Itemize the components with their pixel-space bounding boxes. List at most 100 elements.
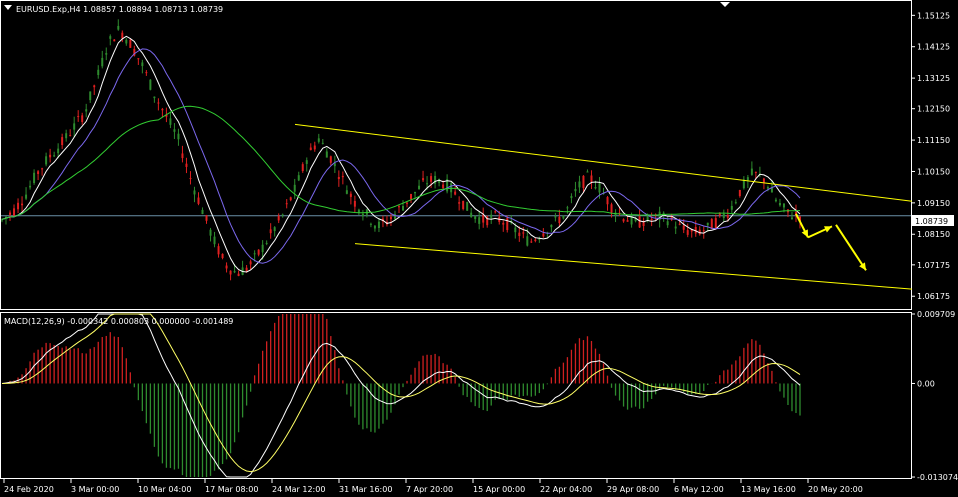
candle-body — [526, 236, 529, 246]
candle-body — [329, 156, 332, 163]
candle-body — [506, 218, 509, 231]
candle-body — [101, 57, 104, 67]
candle-body — [321, 142, 324, 144]
candle-body — [197, 197, 200, 204]
candle-body — [494, 211, 497, 213]
candle-body — [233, 271, 236, 273]
candle-body — [177, 133, 180, 140]
macd-y-tick-label: 0.009709 — [917, 310, 955, 319]
candle-body — [181, 153, 184, 159]
candle-body — [642, 222, 645, 226]
macd-title: MACD(12,26,9) -0.000342 0.000803 0.00000… — [4, 317, 233, 326]
candle-body — [530, 241, 533, 243]
candle-body — [730, 205, 733, 210]
y-tick-label: 1.09150 — [917, 199, 950, 208]
candle-body — [141, 62, 144, 67]
candle-body — [145, 72, 148, 74]
candle-body — [750, 168, 753, 175]
candle-body — [193, 190, 196, 195]
candle-body — [774, 199, 777, 202]
candle-body — [369, 223, 372, 225]
candle-body — [754, 171, 757, 173]
candle-body — [406, 202, 409, 204]
candle-body — [289, 197, 292, 201]
candle-body — [57, 148, 60, 154]
candle-body — [121, 32, 124, 39]
y-tick-label: 1.08150 — [917, 230, 950, 239]
candle-body — [377, 221, 380, 228]
candle-body — [470, 212, 473, 217]
candle-body — [113, 39, 116, 42]
candle-body — [582, 175, 585, 189]
candle-body — [201, 209, 204, 215]
candle-body — [610, 204, 613, 213]
candle-body — [566, 207, 569, 209]
candle-body — [137, 58, 140, 60]
candle-body — [722, 213, 725, 218]
candle-body — [345, 190, 348, 194]
candle-body — [422, 178, 425, 181]
candle-body — [33, 172, 36, 184]
price-chart-title: EURUSD.Exp,H4 1.08857 1.08894 1.08713 1.… — [16, 5, 223, 14]
candle-body — [554, 216, 557, 218]
candle-body — [790, 217, 793, 219]
candle-body — [414, 191, 417, 194]
x-tick-label: 22 Apr 04:00 — [540, 485, 592, 494]
candle-body — [229, 270, 232, 275]
candle-body — [590, 175, 593, 182]
x-tick-label: 13 May 16:00 — [741, 485, 796, 494]
candle-body — [349, 193, 352, 197]
candle-body — [209, 229, 212, 236]
candle-body — [726, 214, 729, 218]
x-tick-label: 29 Apr 08:00 — [607, 485, 659, 494]
chart-area: 1.15125 1.14125 1.13125 1.12150 1.11150 1.101… — [0, 0, 958, 494]
candle-body — [313, 145, 316, 150]
macd-y-tick-label: 0.00 — [917, 379, 935, 388]
candle-body — [301, 164, 304, 171]
candle-body — [161, 108, 164, 111]
candle-body — [49, 154, 52, 158]
x-tick-label: 3 Mar 00:00 — [71, 485, 119, 494]
candle-body — [105, 53, 108, 55]
candle-body — [21, 203, 24, 206]
candle-body — [430, 176, 433, 182]
candle-body — [65, 133, 68, 139]
candle-body — [97, 69, 100, 76]
candle-body — [109, 36, 112, 39]
candle-body — [474, 216, 477, 219]
candle-body — [766, 187, 769, 189]
candle-body — [157, 102, 160, 104]
candle-body — [249, 261, 252, 265]
candle-body — [277, 215, 280, 221]
candle-body — [53, 155, 56, 157]
x-tick-label: 24 Feb 2020 — [4, 485, 54, 494]
candle-body — [578, 181, 581, 188]
candle-body — [397, 206, 400, 208]
x-tick-label: 20 May 20:00 — [808, 485, 863, 494]
candle-body — [353, 200, 356, 207]
candle-body — [169, 118, 172, 125]
candle-body — [225, 265, 228, 269]
candle-body — [426, 183, 429, 185]
candle-body — [45, 156, 48, 165]
candle-body — [261, 244, 264, 253]
candle-body — [117, 25, 120, 30]
candle-body — [558, 216, 561, 224]
y-tick-label: 1.14125 — [917, 43, 950, 52]
candle-body — [626, 220, 629, 222]
candle-body — [337, 176, 340, 180]
candle-body — [490, 214, 493, 218]
candle-body — [9, 212, 12, 215]
candle-body — [574, 188, 577, 192]
y-tick-label: 1.10150 — [917, 167, 950, 176]
candle-body — [418, 185, 421, 190]
candle-body — [325, 151, 328, 158]
candle-body — [309, 147, 312, 151]
candle-body — [538, 238, 541, 240]
candle-body — [357, 209, 360, 213]
candle-body — [622, 219, 625, 222]
candle-body — [458, 202, 461, 204]
candle-body — [69, 135, 72, 137]
x-tick-label: 10 Mar 04:00 — [138, 485, 191, 494]
candle-body — [361, 213, 364, 217]
